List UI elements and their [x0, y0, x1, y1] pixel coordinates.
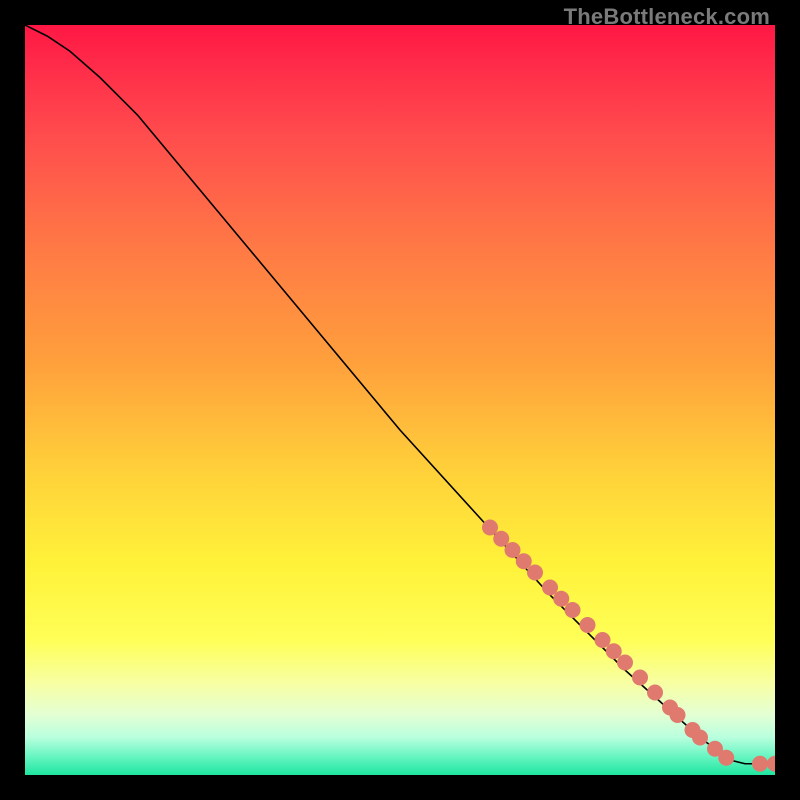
data-point: [647, 685, 663, 701]
data-point: [527, 565, 543, 581]
data-point: [692, 730, 708, 746]
data-point: [670, 707, 686, 723]
chart-stage: TheBottleneck.com: [0, 0, 800, 800]
data-point: [617, 655, 633, 671]
data-point: [718, 750, 734, 766]
data-point: [632, 670, 648, 686]
data-point: [580, 617, 596, 633]
gradient-background: [25, 25, 775, 775]
chart-svg: [25, 25, 775, 775]
data-point: [565, 602, 581, 618]
plot-area: [25, 25, 775, 775]
data-point: [752, 756, 768, 772]
